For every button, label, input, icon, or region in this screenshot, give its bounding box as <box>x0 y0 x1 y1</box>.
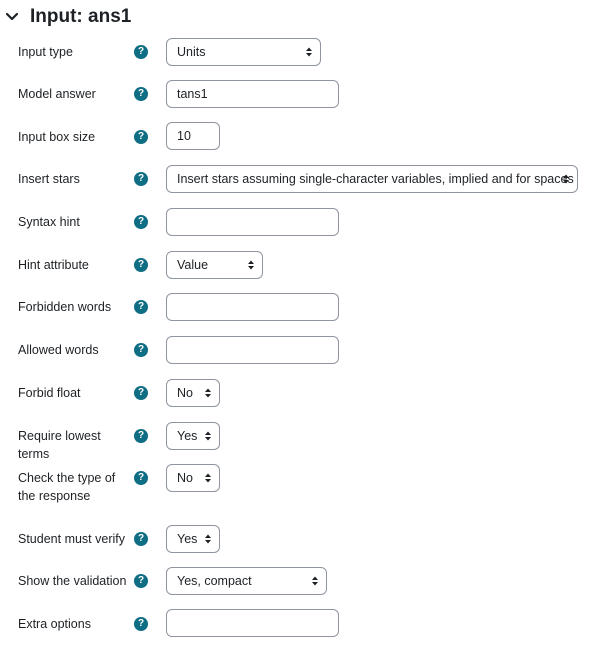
field-label: Extra options <box>18 617 91 631</box>
input-box-size-input[interactable]: 10 <box>166 122 220 150</box>
allowed-words-input[interactable] <box>166 336 339 364</box>
select-value: No <box>177 471 193 485</box>
field-label: Show the validation <box>18 574 127 588</box>
syntax-hint-input[interactable] <box>166 208 339 236</box>
help-icon[interactable]: ? <box>134 45 148 59</box>
help-icon[interactable]: ? <box>134 471 148 485</box>
select-caret-icon <box>205 431 211 441</box>
check-type-select[interactable]: No <box>166 464 220 492</box>
select-caret-icon <box>205 534 211 544</box>
help-icon[interactable]: ? <box>134 300 148 314</box>
field-label: Syntax hint <box>18 215 80 229</box>
select-value: No <box>177 386 193 400</box>
select-caret-icon <box>312 576 318 586</box>
field-label: Input type <box>18 45 73 59</box>
help-icon[interactable]: ? <box>134 617 148 631</box>
help-icon[interactable]: ? <box>134 574 148 588</box>
help-icon[interactable]: ? <box>134 215 148 229</box>
field-label: Forbidden words <box>18 300 112 314</box>
select-value: Yes, compact <box>177 574 252 588</box>
show-validation-select[interactable]: Yes, compact <box>166 567 327 595</box>
field-label: Input box size <box>18 130 96 144</box>
extra-options-input[interactable] <box>166 609 339 637</box>
field-label: Hint attribute <box>18 258 89 272</box>
hint-attribute-select[interactable]: Value <box>166 251 263 279</box>
student-must-verify-select[interactable]: Yes <box>166 525 220 553</box>
field-label: Allowed words <box>18 343 99 357</box>
section-title: Input: ans1 <box>30 6 132 27</box>
help-icon[interactable]: ? <box>134 343 148 357</box>
forbid-float-select[interactable]: No <box>166 379 220 407</box>
select-value: Yes <box>177 429 198 443</box>
select-value: Units <box>177 45 206 59</box>
help-icon[interactable]: ? <box>134 532 148 546</box>
select-value: Value <box>177 258 209 272</box>
select-caret-icon <box>205 388 211 398</box>
select-caret-icon <box>306 47 312 57</box>
require-lowest-terms-select[interactable]: Yes <box>166 422 220 450</box>
field-label: Forbid float <box>18 386 81 400</box>
help-icon[interactable]: ? <box>134 87 148 101</box>
chevron-down-icon[interactable] <box>5 10 19 24</box>
select-caret-icon <box>248 260 254 270</box>
select-value: Yes <box>177 532 198 546</box>
help-icon[interactable]: ? <box>134 258 148 272</box>
field-label: Require lowest terms <box>18 429 101 461</box>
forbidden-words-input[interactable] <box>166 293 339 321</box>
field-label: Insert stars <box>18 172 80 186</box>
help-icon[interactable]: ? <box>134 386 148 400</box>
field-label: Model answer <box>18 87 96 101</box>
section-header[interactable]: Input: ans1 <box>0 0 590 34</box>
help-icon[interactable]: ? <box>134 429 148 443</box>
model-answer-input[interactable]: tans1 <box>166 80 339 108</box>
field-label: Student must verify <box>18 532 125 546</box>
field-label: Check the type of the response <box>18 471 116 503</box>
input-type-select[interactable]: Units <box>166 38 321 66</box>
select-caret-icon <box>205 473 211 483</box>
select-value: Insert stars assuming single-character v… <box>177 172 574 186</box>
insert-stars-select[interactable]: Insert stars assuming single-character v… <box>166 165 578 193</box>
help-icon[interactable]: ? <box>134 172 148 186</box>
help-icon[interactable]: ? <box>134 130 148 144</box>
select-caret-icon <box>563 174 569 184</box>
